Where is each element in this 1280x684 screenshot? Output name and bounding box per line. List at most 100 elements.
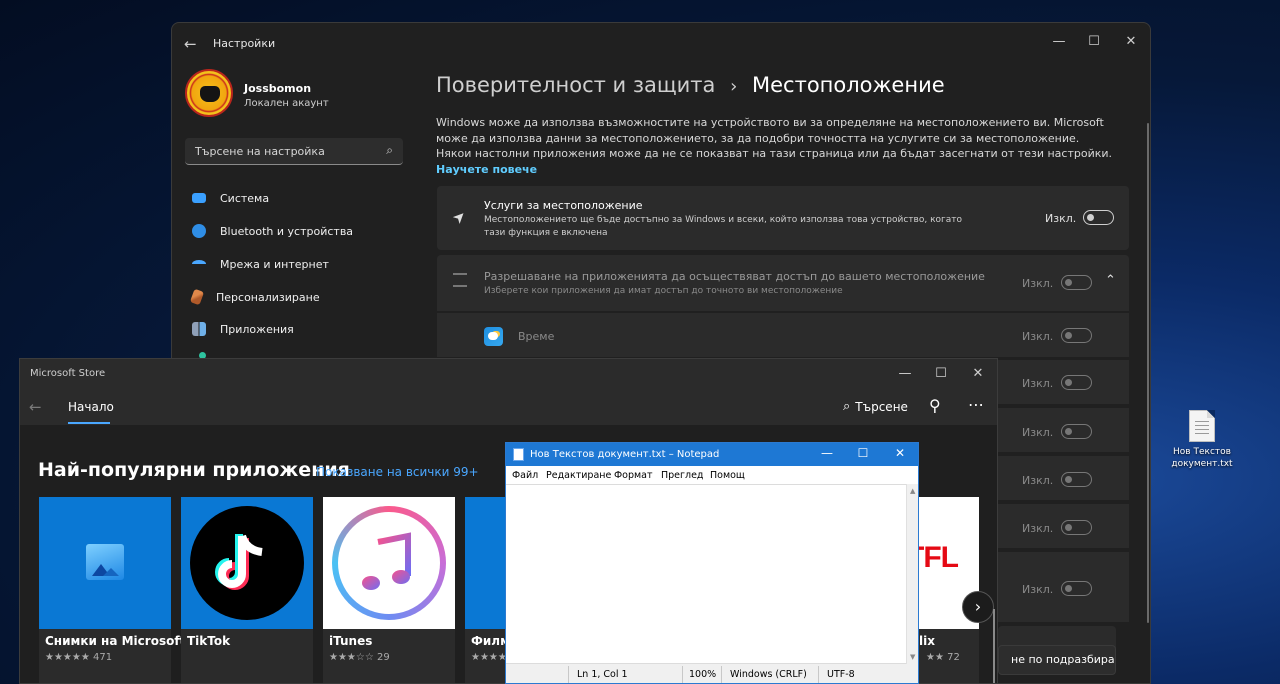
app-toggle[interactable] — [1061, 375, 1092, 390]
desktop-file-icon[interactable]: Нов Текстов документ.txt — [1166, 410, 1238, 470]
app-row-weather: Време Изкл. — [437, 311, 1129, 357]
search-icon: ⌕ — [386, 143, 393, 157]
wifi-icon — [192, 260, 206, 268]
sidebar-item-apps[interactable]: Приложения — [192, 319, 294, 339]
store-search-button[interactable]: ⌕ Търсене — [843, 399, 908, 414]
chevron-right-icon[interactable]: › — [962, 591, 994, 623]
status-bar: Ln 1, Col 1 100% Windows (CRLF) UTF-8 — [506, 664, 918, 683]
bluetooth-icon — [192, 224, 206, 238]
menu-help[interactable]: Помощ — [710, 470, 745, 481]
location-arrow-icon: ➤ — [448, 206, 471, 228]
itunes-logo-icon — [332, 506, 446, 620]
tile-name: TikTok — [187, 634, 231, 648]
learn-more-link[interactable]: Научете повече — [436, 163, 537, 176]
desktop-file-name: Нов Текстов документ.txt — [1171, 447, 1233, 469]
notepad-window: Нов Текстов документ.txt – Notepad — ☐ ✕… — [505, 442, 919, 684]
scrollbar[interactable] — [1147, 123, 1149, 623]
app-toggle[interactable] — [1061, 520, 1092, 535]
tiktok-logo-icon — [190, 506, 304, 620]
menu-view[interactable]: Преглед — [661, 470, 704, 481]
line-ending: Windows (CRLF) — [730, 669, 807, 680]
location-services-toggle[interactable] — [1083, 210, 1114, 225]
tile-art — [39, 497, 171, 629]
app-toggle[interactable] — [1061, 328, 1092, 343]
sidebar-item-label: Персонализиране — [216, 290, 320, 304]
chevron-up-icon[interactable]: ⌃ — [1105, 273, 1116, 288]
avatar[interactable] — [185, 69, 233, 117]
list-icon — [453, 273, 467, 287]
location-services-title: Услуги за местоположение — [484, 199, 643, 212]
tile-art — [323, 497, 455, 629]
app-access-state: Изкл. — [1022, 277, 1054, 290]
maximize-button[interactable]: ☐ — [1079, 29, 1109, 55]
tab-home[interactable]: Начало — [68, 400, 114, 414]
user-name: Jossbomon — [244, 82, 312, 95]
default-button[interactable]: не по подразбиране — [998, 645, 1116, 675]
app-toggle[interactable] — [1061, 472, 1092, 487]
search-label: Търсене — [855, 399, 908, 414]
back-arrow-icon[interactable]: ← — [184, 35, 197, 53]
encoding: UTF-8 — [827, 669, 855, 680]
maximize-button[interactable]: ☐ — [851, 446, 875, 460]
location-services-state: Изкл. — [1045, 212, 1077, 225]
sidebar-item-label: Приложения — [220, 322, 294, 336]
notepad-icon — [513, 448, 524, 461]
scrollbar[interactable] — [993, 609, 995, 683]
menu-format[interactable]: Формат — [614, 470, 653, 481]
minimize-button[interactable]: — — [1044, 29, 1074, 55]
scroll-down-icon[interactable]: ▼ — [910, 653, 915, 661]
more-options-icon[interactable]: ⋯ — [968, 395, 985, 414]
user-account-type: Локален акаунт — [244, 98, 329, 109]
maximize-button[interactable]: ☐ — [926, 361, 956, 387]
scroll-up-icon[interactable]: ▲ — [910, 487, 915, 495]
tab-home-indicator — [68, 422, 110, 424]
app-access-card[interactable]: Разрешаване на приложенията да осъществя… — [437, 255, 1129, 311]
sidebar-item-label: Bluetooth и устройства — [220, 224, 354, 238]
app-state: Изкл. — [1022, 426, 1054, 439]
app-toggle[interactable] — [1061, 424, 1092, 439]
search-placeholder: Търсене на настройка — [195, 145, 325, 158]
store-titlebar: Microsoft Store — ☐ ✕ — [20, 359, 997, 389]
close-button[interactable]: ✕ — [1116, 29, 1146, 55]
app-tile-itunes[interactable]: iTunes ★★★☆☆ 29 — [323, 497, 455, 683]
text-editor[interactable] — [506, 484, 906, 664]
app-state: Изкл. — [1022, 522, 1054, 535]
menu-edit[interactable]: Редактиране — [546, 470, 611, 481]
cursor-position: Ln 1, Col 1 — [577, 669, 628, 680]
tile-rating: ★★★★★ 471 — [45, 652, 113, 663]
app-tile-photos[interactable]: Снимки на Microsoft ★★★★★ 471 — [39, 497, 185, 683]
window-title: Настройки — [213, 37, 276, 50]
minimize-button[interactable]: — — [815, 446, 839, 460]
brush-icon — [189, 288, 205, 306]
location-services-card: ➤ Услуги за местоположение Местоположени… — [437, 186, 1129, 250]
app-access-toggle[interactable] — [1061, 275, 1092, 290]
vertical-scrollbar[interactable]: ▲ ▼ — [906, 484, 918, 664]
minimize-button[interactable]: — — [890, 361, 920, 387]
app-toggle[interactable] — [1061, 581, 1092, 596]
settings-search-input[interactable]: Търсене на настройка ⌕ — [185, 138, 403, 165]
app-state: Изкл. — [1022, 377, 1054, 390]
tile-rating: ★★★☆☆ 29 — [329, 652, 390, 663]
app-access-title: Разрешаване на приложенията да осъществя… — [484, 270, 985, 283]
close-button[interactable]: ✕ — [963, 361, 993, 387]
user-add-icon[interactable]: ⚲ — [929, 396, 941, 415]
chevron-right-icon: › — [730, 76, 738, 97]
description-text: Windows може да използва възможностите н… — [436, 116, 1113, 160]
app-state: Изкл. — [1022, 583, 1054, 596]
app-tile-tiktok[interactable]: TikTok — [181, 497, 313, 683]
back-arrow-icon[interactable]: ← — [29, 398, 42, 416]
tile-name: Снимки на Microsoft — [45, 634, 186, 648]
app-name: Време — [518, 330, 555, 343]
sidebar-item-network[interactable]: Мрежа и интернет — [192, 254, 329, 274]
menu-file[interactable]: Файл — [512, 470, 538, 481]
sidebar-item-bluetooth[interactable]: Bluetooth и устройства — [192, 221, 353, 241]
close-button[interactable]: ✕ — [888, 446, 912, 460]
weather-icon — [484, 327, 503, 346]
store-title: Microsoft Store — [30, 368, 106, 379]
sidebar-item-system[interactable]: Система — [192, 188, 269, 208]
zoom-level: 100% — [689, 669, 717, 680]
show-all-link[interactable]: Показване на всички 99+ — [316, 465, 479, 479]
breadcrumb-parent[interactable]: Поверителност и защита — [436, 73, 715, 97]
tile-art — [181, 497, 313, 629]
sidebar-item-personalization[interactable]: Персонализиране — [189, 287, 320, 307]
